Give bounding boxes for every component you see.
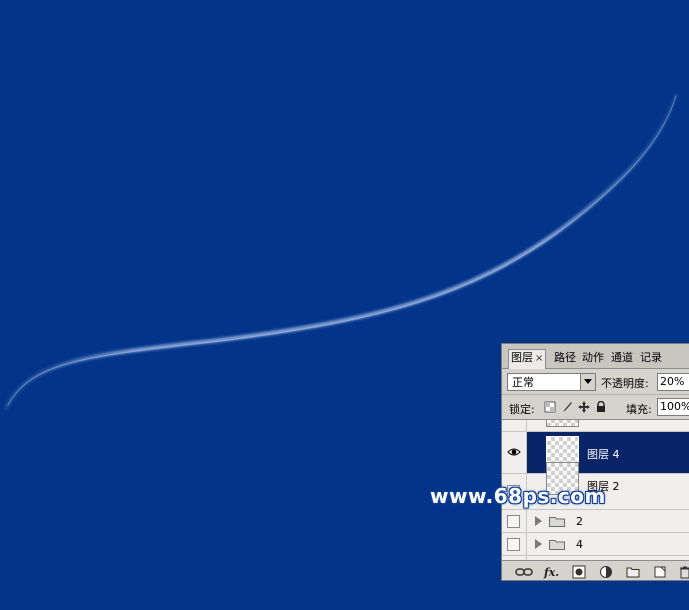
blend-mode-value: 正常 [512, 376, 534, 389]
watermark-text: www.68ps.com [430, 484, 606, 508]
eye-icon[interactable] [507, 446, 521, 458]
visibility-cell[interactable] [502, 432, 527, 473]
group-name[interactable]: 2 [576, 515, 583, 528]
layer-row-layer4[interactable]: 图层 4 [502, 432, 689, 474]
tab-channels[interactable]: 通道 [611, 350, 633, 366]
visibility-toggle[interactable] [507, 515, 520, 528]
fill-label: 填充: [626, 403, 652, 416]
opacity-label: 不透明度: [601, 377, 649, 390]
visibility-cell[interactable] [502, 420, 527, 431]
layer-thumbnail [546, 420, 579, 427]
chevron-down-icon[interactable] [580, 374, 595, 390]
close-icon[interactable]: × [535, 353, 543, 364]
lock-transparent-icon[interactable] [544, 401, 556, 413]
tab-layers[interactable]: 图层 × [508, 349, 547, 369]
tab-paths[interactable]: 路径 [554, 350, 576, 366]
folder-icon [549, 517, 565, 527]
group-name[interactable]: 4 [576, 538, 583, 551]
panel-tab-bar: 图层 × 路径 动作 通道 记录 [502, 344, 689, 369]
tab-layers-label: 图层 [511, 351, 533, 364]
layer-group-2[interactable]: 2 [502, 510, 689, 533]
expand-arrow-icon[interactable] [535, 516, 542, 526]
tab-history[interactable]: 记录 [640, 350, 662, 366]
folder-icon [549, 540, 565, 550]
expand-arrow-icon[interactable] [535, 539, 542, 549]
lock-icon[interactable] [595, 401, 607, 413]
adjustment-layer-icon[interactable] [599, 565, 613, 579]
visibility-toggle[interactable] [507, 538, 520, 551]
visibility-cell[interactable] [502, 510, 527, 532]
brush-icon[interactable] [561, 401, 573, 413]
tab-actions[interactable]: 动作 [582, 350, 604, 366]
layer-group-4[interactable]: 4 [502, 533, 689, 556]
layers-bottom-toolbar: fx. [502, 560, 689, 580]
lock-label: 锁定: [509, 403, 535, 416]
new-layer-icon[interactable] [653, 565, 667, 579]
layer-mask-icon[interactable] [572, 565, 586, 579]
trash-icon[interactable] [678, 565, 689, 579]
blend-mode-select[interactable]: 正常 [507, 373, 596, 391]
move-icon[interactable] [578, 401, 590, 413]
fill-input[interactable]: 100% [657, 398, 689, 416]
visibility-cell[interactable] [502, 533, 527, 555]
layer-name[interactable]: 图层 4 [587, 446, 620, 462]
fx-icon[interactable]: fx. [543, 565, 561, 579]
layers-panel: 图层 × 路径 动作 通道 记录 正常 不透明度: 20% 锁定: 填充: 100… [501, 343, 689, 581]
new-group-icon[interactable] [626, 565, 640, 579]
opacity-input[interactable]: 20% [657, 373, 689, 391]
link-icon[interactable] [515, 565, 533, 579]
layer-row-partial[interactable] [502, 420, 689, 432]
svg-text:fx.: fx. [543, 566, 559, 579]
lock-row: 锁定: 填充: 100% [502, 394, 689, 419]
